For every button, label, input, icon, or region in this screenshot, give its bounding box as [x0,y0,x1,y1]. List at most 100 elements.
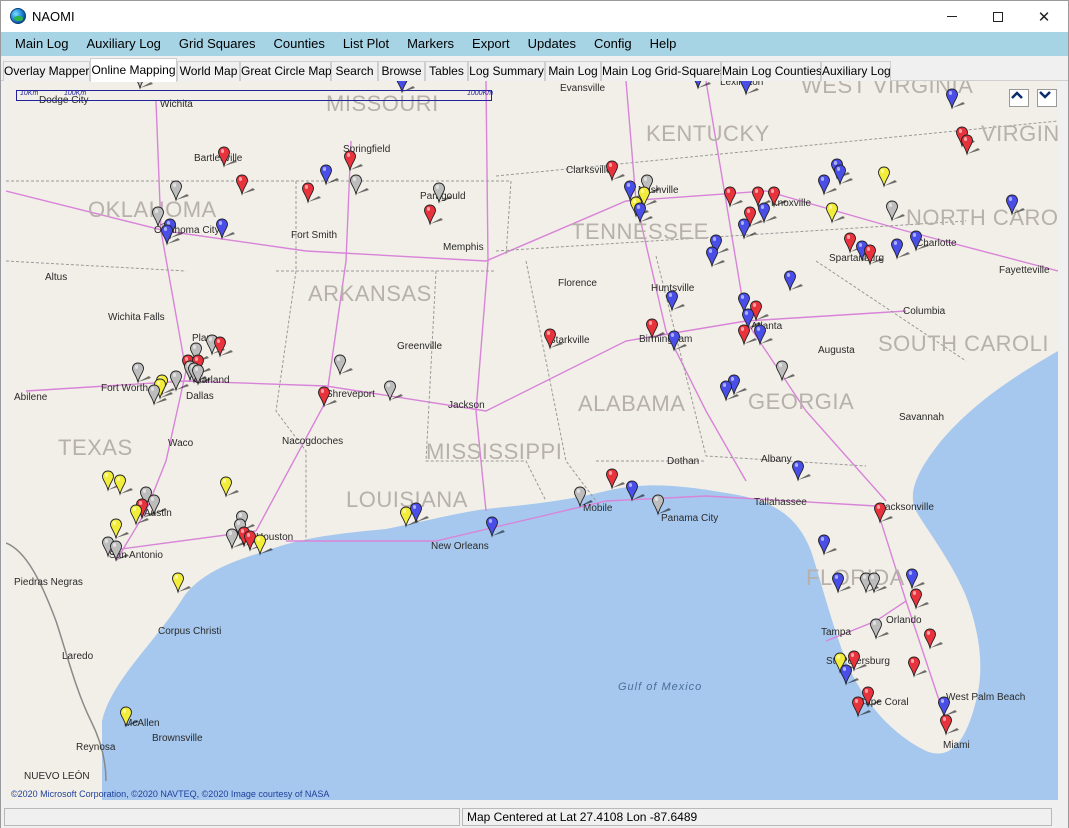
title-bar[interactable]: NAOMI ✕ [1,1,1068,32]
map-marker-blue[interactable] [409,502,431,524]
map-marker-blue[interactable] [737,218,759,240]
map-marker-gray[interactable] [885,200,907,222]
map-marker-yellow[interactable] [877,166,899,188]
map-marker-blue[interactable] [215,218,237,240]
map-marker-red[interactable] [423,204,445,226]
map-marker-red[interactable] [605,468,627,490]
map-marker-blue[interactable] [817,534,839,556]
map-marker-gray[interactable] [775,360,797,382]
map-marker-red[interactable] [343,150,365,172]
maximize-button[interactable] [975,1,1021,32]
tab-tables[interactable]: Tables [425,61,468,81]
tab-great-circle-map[interactable]: Great Circle Map [240,61,332,81]
tab-online-mapping[interactable]: Online Mapping [90,58,177,82]
menu-grid-squares[interactable]: Grid Squares [170,32,265,56]
tab-overlay-mapper[interactable]: Overlay Mapper [3,61,90,81]
map-marker-red[interactable] [851,696,873,718]
city-label: Waco [168,438,194,449]
city-label: Reynosa [76,742,116,753]
map-marker-blue[interactable] [625,480,647,502]
map-marker-gray[interactable] [169,180,191,202]
tab-browse[interactable]: Browse [378,61,425,81]
menu-help[interactable]: Help [641,32,686,56]
tab-log-summary[interactable]: Log Summary [468,61,545,81]
menu-main-log[interactable]: Main Log [6,32,77,56]
map-marker-yellow[interactable] [113,474,135,496]
map-marker-red[interactable] [317,386,339,408]
menu-config[interactable]: Config [585,32,641,56]
map-marker-red[interactable] [863,244,885,266]
map-marker-blue[interactable] [691,81,713,90]
map-marker-gray[interactable] [191,364,213,386]
menu-export[interactable]: Export [463,32,519,56]
map-marker-gray[interactable] [573,486,595,508]
map-marker-red[interactable] [873,502,895,524]
map-marker-red[interactable] [923,628,945,650]
map-marker-gray[interactable] [869,618,891,640]
menu-auxiliary-log[interactable]: Auxiliary Log [77,32,169,56]
map-marker-yellow[interactable] [171,572,193,594]
map-marker-yellow[interactable] [825,202,847,224]
map-marker-red[interactable] [907,656,929,678]
map-marker-blue[interactable] [705,246,727,268]
map-marker-blue[interactable] [160,224,182,246]
tab-main-log[interactable]: Main Log [545,61,601,81]
map-marker-gray[interactable] [383,380,405,402]
map-marker-blue[interactable] [833,164,855,186]
map-marker-gray[interactable] [133,81,155,90]
map-marker-blue[interactable] [839,664,861,686]
map-marker-red[interactable] [213,336,235,358]
tab-main-log-grid-squares[interactable]: Main Log Grid-Squares [601,61,726,81]
city-label: Altus [45,272,68,283]
map-marker-red[interactable] [605,160,627,182]
map-marker-yellow[interactable] [219,476,241,498]
menu-markers[interactable]: Markers [398,32,463,56]
map-marker-gray[interactable] [349,174,371,196]
map-marker-blue[interactable] [719,380,741,402]
tab-auxiliary-log[interactable]: Auxiliary Log [821,61,891,81]
map-marker-red[interactable] [723,186,745,208]
map-marker-red[interactable] [301,182,323,204]
map-marker-blue[interactable] [667,330,689,352]
map-marker-blue[interactable] [945,88,967,110]
menu-counties[interactable]: Counties [265,32,334,56]
tab-search[interactable]: Search [331,61,378,81]
map-marker-blue[interactable] [909,230,931,252]
map-marker-red[interactable] [645,318,667,340]
map-marker-gray[interactable] [651,494,673,516]
map-marker-gray[interactable] [867,572,889,594]
map-marker-red[interactable] [235,174,257,196]
map-marker-red[interactable] [543,328,565,350]
map-marker-gray[interactable] [109,540,131,562]
map-marker-gray[interactable] [333,354,355,376]
map-marker-gray[interactable] [147,384,169,406]
map-marker-yellow[interactable] [119,706,141,728]
tab-main-log-counties[interactable]: Main Log Counties [721,61,822,81]
map-marker-gray[interactable] [432,182,454,204]
map-marker-blue[interactable] [905,568,927,590]
map-marker-yellow[interactable] [253,534,275,556]
tab-world-map[interactable]: World Map [177,61,240,81]
map-marker-red[interactable] [909,588,931,610]
menu-list-plot[interactable]: List Plot [334,32,398,56]
map-marker-yellow[interactable] [129,504,151,526]
map-zoom-down-button[interactable] [1037,89,1057,107]
map-marker-red[interactable] [960,134,982,156]
map-marker-blue[interactable] [739,81,761,96]
minimize-button[interactable] [929,1,975,32]
map-marker-blue[interactable] [1005,194,1027,216]
map-marker-blue[interactable] [831,572,853,594]
map-marker-blue[interactable] [633,202,655,224]
close-button[interactable]: ✕ [1021,1,1067,32]
map-marker-blue[interactable] [485,516,507,538]
map-marker-gray[interactable] [131,362,153,384]
map-marker-red[interactable] [217,146,239,168]
map-marker-red[interactable] [939,714,961,736]
map-marker-blue[interactable] [791,460,813,482]
map-marker-blue[interactable] [783,270,805,292]
map-marker-blue[interactable] [665,290,687,312]
menu-updates[interactable]: Updates [519,32,585,56]
map-marker-blue[interactable] [753,324,775,346]
online-map[interactable]: MISSOURIKENTUCKYWEST VIRGINIAVIRGINIAOKL… [6,81,1058,800]
map-zoom-up-button[interactable] [1009,89,1029,107]
